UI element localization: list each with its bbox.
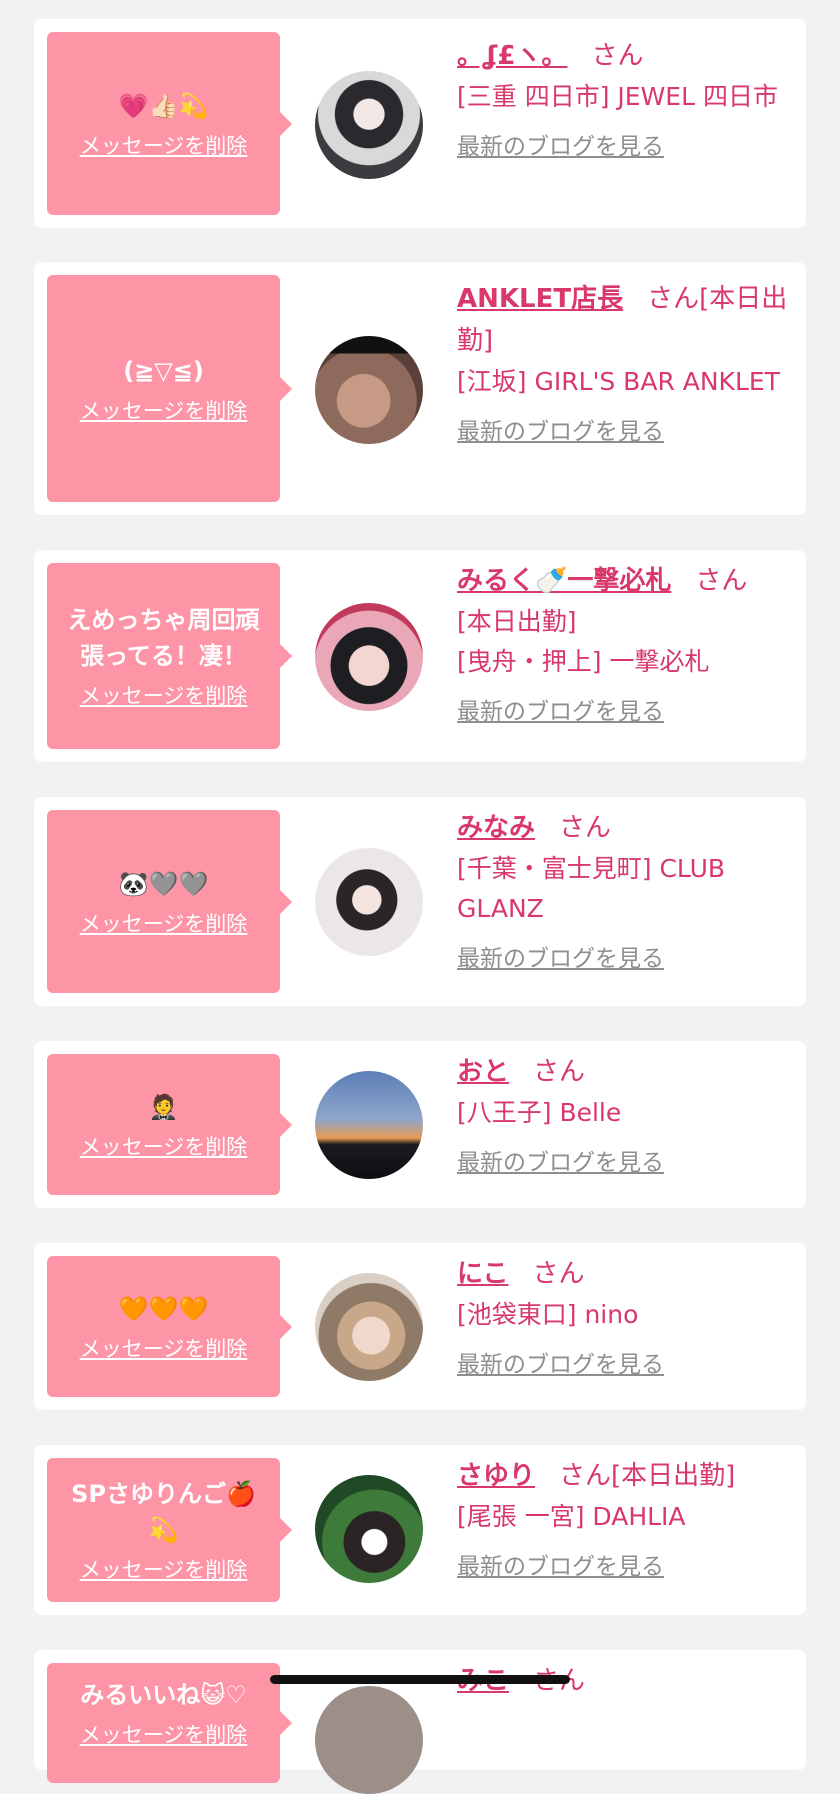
message-card: えめっちゃ周回頑張ってる！凄！ メッセージを削除 みるく🍼一撃必札 さん [本日出… [34,550,806,762]
shop-info: [三重 四日市] JEWEL 四日市 [457,82,778,111]
avatar[interactable] [315,71,423,179]
avatar[interactable] [315,1686,423,1794]
message-text: SPさゆりんご🍎💫 [71,1480,256,1544]
sender-info: みなみ さん [千葉・富士見町] CLUB GLANZ 最新のブログを見る [457,807,797,973]
delete-message-link[interactable]: メッセージを削除 [80,1333,248,1363]
sender-name-link[interactable]: 。ʆ£ヽ。 [457,41,567,71]
shop-info: [尾張 一宮] DAHLIA [457,1502,686,1531]
message-card: 🤵 メッセージを削除 おと さん [八王子] Belle 最新のブログを見る [34,1041,806,1208]
avatar[interactable] [315,336,423,444]
latest-blog-link[interactable]: 最新のブログを見る [457,1345,664,1379]
delete-message-link[interactable]: メッセージを削除 [80,680,248,710]
delete-message-link[interactable]: メッセージを削除 [80,1719,248,1749]
sender-info: 。ʆ£ヽ。 さん [三重 四日市] JEWEL 四日市 最新のブログを見る [457,35,797,161]
sender-name-link[interactable]: おと [457,1057,509,1087]
honorific: さん [533,1057,586,1087]
delete-message-link[interactable]: メッセージを削除 [80,1554,248,1584]
sender-name-link[interactable]: ANKLET店長 [457,284,623,314]
honorific: さん [559,1461,612,1491]
delete-message-link[interactable]: メッセージを削除 [80,130,248,160]
latest-blog-link[interactable]: 最新のブログを見る [457,692,664,726]
message-bubble: 🧡🧡🧡 メッセージを削除 [47,1256,292,1397]
sender-name-link[interactable]: みなみ [457,813,535,843]
message-text: (≧▽≦) [123,356,204,385]
shop-info: [曳舟・押上] 一撃必札 [457,647,710,676]
honorific: さん [532,1259,585,1289]
honorific: さん [695,566,748,596]
message-text: 🐼🩶🩶 [118,869,209,898]
message-card: 🧡🧡🧡 メッセージを削除 にこ さん [池袋東口] nino 最新のブログを見る [34,1243,806,1410]
sender-info: ANKLET店長 さん[本日出勤] [江坂] GIRL'S BAR ANKLET … [457,278,797,446]
honorific: さん [559,813,612,843]
sender-info: おと さん [八王子] Belle 最新のブログを見る [457,1051,797,1177]
message-bubble: 🤵 メッセージを削除 [47,1054,292,1195]
shop-info: [八王子] Belle [457,1098,622,1127]
shop-info: [江坂] GIRL'S BAR ANKLET [457,367,780,396]
shop-info: [池袋東口] nino [457,1300,639,1329]
message-bubble: (≧▽≦) メッセージを削除 [47,275,292,502]
sender-info: さゆり さん[本日出勤] [尾張 一宮] DAHLIA 最新のブログを見る [457,1455,797,1581]
message-text: みるいいね😺♡ [80,1681,247,1709]
sender-name-link[interactable]: みるく🍼一撃必札 [457,566,671,596]
sender-name-link[interactable]: さゆり [457,1461,535,1491]
message-card: 💗👍🏻💫 メッセージを削除 。ʆ£ヽ。 さん [三重 四日市] JEWEL 四日市… [34,19,806,228]
message-text: えめっちゃ周回頑張ってる！凄！ [67,606,260,670]
latest-blog-link[interactable]: 最新のブログを見る [457,1143,664,1177]
message-bubble: SPさゆりんご🍎💫 メッセージを削除 [47,1458,292,1602]
delete-message-link[interactable]: メッセージを削除 [80,1131,248,1161]
message-bubble: 💗👍🏻💫 メッセージを削除 [47,32,292,215]
message-card: みるいいね😺♡ メッセージを削除 みこさん [34,1650,806,1794]
avatar[interactable] [315,848,423,956]
latest-blog-link[interactable]: 最新のブログを見る [457,127,664,161]
sender-info: にこ さん [池袋東口] nino 最新のブログを見る [457,1253,797,1379]
honorific: さん [647,284,700,314]
message-bubble: みるいいね😺♡ メッセージを削除 [47,1663,292,1783]
message-text: 💗👍🏻💫 [118,91,209,120]
avatar[interactable] [315,1273,423,1381]
message-bubble: 🐼🩶🩶 メッセージを削除 [47,810,292,993]
message-card: (≧▽≦) メッセージを削除 ANKLET店長 さん[本日出勤] [江坂] GIR… [34,262,806,515]
avatar[interactable] [315,1475,423,1583]
attendance-badge: [本日出勤] [611,1461,736,1491]
latest-blog-link[interactable]: 最新のブログを見る [457,939,664,973]
message-card: 🐼🩶🩶 メッセージを削除 みなみ さん [千葉・富士見町] CLUB GLANZ … [34,797,806,1006]
avatar[interactable] [315,603,423,711]
sender-name-link[interactable]: にこ [457,1259,508,1289]
attendance-badge: [本日出勤] [457,607,577,636]
latest-blog-link[interactable]: 最新のブログを見る [457,1547,664,1581]
message-bubble: えめっちゃ周回頑張ってる！凄！ メッセージを削除 [47,563,292,749]
message-text: 🤵 [148,1092,179,1121]
sender-info: みるく🍼一撃必札 さん [本日出勤] [曳舟・押上] 一撃必札 最新のブログを見る [457,560,797,726]
latest-blog-link[interactable]: 最新のブログを見る [457,412,664,446]
delete-message-link[interactable]: メッセージを削除 [80,908,248,938]
message-text: 🧡🧡🧡 [118,1294,209,1323]
honorific: さん [591,41,644,71]
shop-info: [千葉・富士見町] CLUB GLANZ [457,854,726,923]
home-indicator[interactable] [270,1675,570,1684]
avatar[interactable] [315,1071,423,1179]
message-card: SPさゆりんご🍎💫 メッセージを削除 さゆり さん[本日出勤] [尾張 一宮] D… [34,1445,806,1615]
delete-message-link[interactable]: メッセージを削除 [80,395,248,425]
